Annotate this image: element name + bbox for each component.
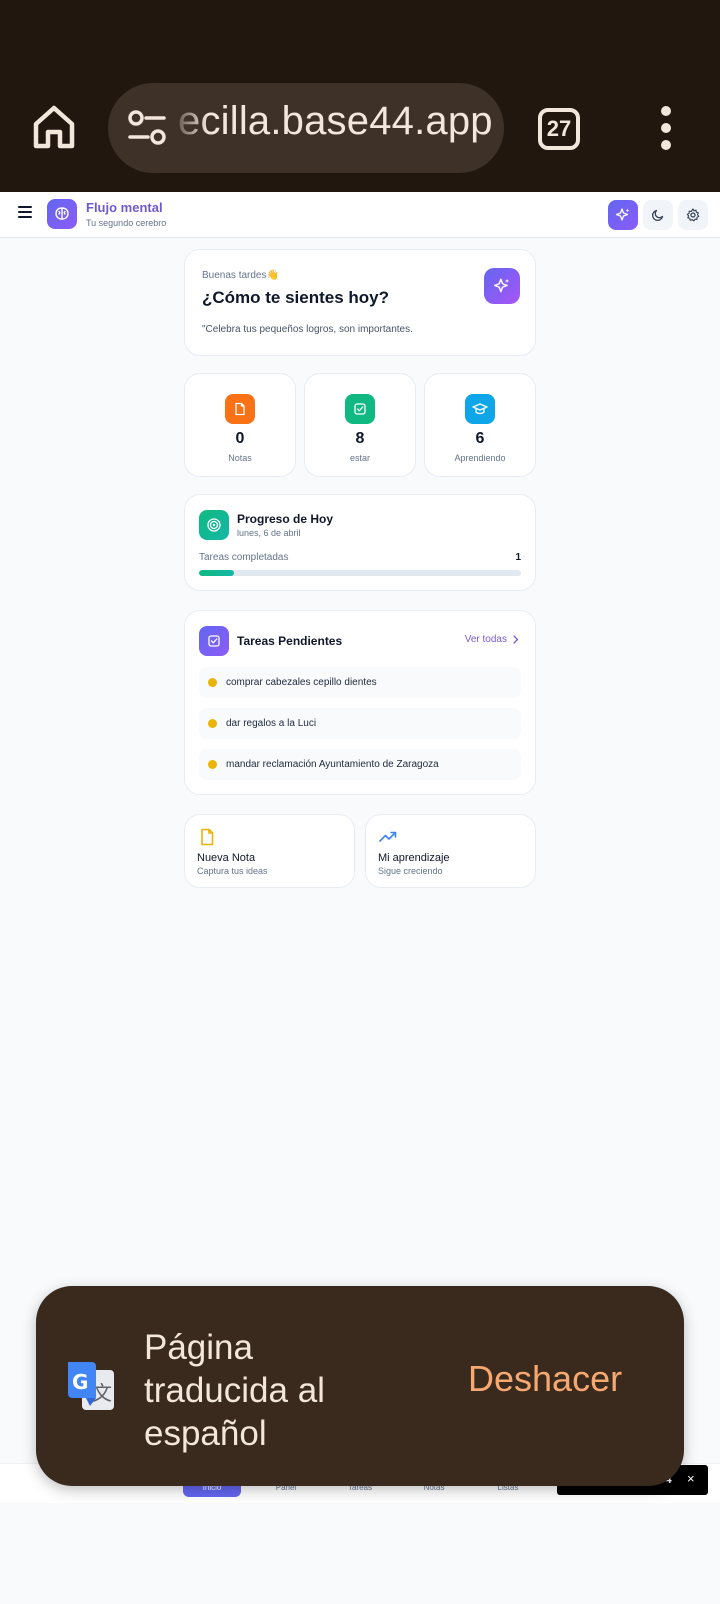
progress-title: Progreso de Hoy	[237, 512, 334, 526]
greeting-title: ¿Cómo te sientes hoy?	[202, 288, 390, 307]
sparkles-icon	[493, 278, 510, 293]
view-all-link[interactable]: Ver todas	[465, 634, 519, 645]
translation-snackbar: 文 G Página traducida al español Deshacer	[36, 1286, 684, 1486]
stat-label: Aprendiendo	[454, 453, 506, 463]
progress-bar	[199, 570, 521, 576]
app-header: Flujo mental Tu segundo cerebro	[0, 192, 720, 238]
close-icon[interactable]: ×	[687, 1471, 695, 1486]
task-text: mandar reclamación Ayuntamiento de Zarag…	[226, 759, 439, 770]
motivational-quote: "Celebra tus pequeños logros, son import…	[202, 324, 413, 335]
stat-card-notas[interactable]: 0 Notas	[184, 373, 296, 477]
site-settings-icon[interactable]	[126, 107, 168, 149]
stat-card-estar[interactable]: 8 estar	[304, 373, 416, 477]
stat-value: 8	[355, 430, 365, 447]
priority-dot	[208, 760, 217, 769]
progress-bar-fill	[199, 570, 235, 576]
quick-action-title: Nueva Nota	[197, 852, 256, 864]
app-subtitle: Tu segundo cerebro	[86, 218, 167, 228]
home-icon[interactable]	[30, 102, 78, 150]
browser-menu-icon[interactable]	[656, 106, 676, 150]
greeting-text: Buenas tardes👋	[202, 270, 279, 281]
url-fade	[168, 83, 208, 173]
new-note-button[interactable]: Nueva Nota Captura tus ideas	[184, 814, 355, 888]
dark-mode-button[interactable]	[643, 200, 673, 230]
address-bar[interactable]: ecilla.base44.app	[108, 83, 504, 173]
file-icon	[201, 828, 214, 846]
my-learning-button[interactable]: Mi aprendizaje Sigue creciendo	[365, 814, 536, 888]
progress-label: Tareas completadas	[199, 552, 289, 563]
app-title: Flujo mental	[86, 200, 163, 215]
quick-action-subtitle: Sigue creciendo	[378, 866, 443, 876]
pending-tasks-card: Tareas Pendientes Ver todas comprar cabe…	[184, 610, 536, 795]
priority-dot	[208, 678, 217, 687]
browser-toolbar: ecilla.base44.app 27	[0, 0, 720, 192]
progress-card: Progreso de Hoy lunes, 6 de abril Tareas…	[184, 494, 536, 591]
stat-label: Notas	[228, 453, 252, 463]
file-icon	[225, 394, 255, 424]
svg-text:G: G	[72, 1370, 88, 1394]
snackbar-message: Página traducida al español	[144, 1328, 325, 1453]
target-icon	[199, 510, 229, 540]
task-item[interactable]: comprar cabezales cepillo dientes	[199, 667, 521, 698]
undo-button[interactable]: Deshacer	[468, 1358, 622, 1400]
view-all-label: Ver todas	[464, 634, 507, 645]
task-text: comprar cabezales cepillo dientes	[226, 677, 377, 688]
mood-button[interactable]	[484, 268, 520, 304]
stat-value: 6	[475, 430, 485, 447]
sparkles-icon	[615, 208, 630, 221]
check-square-icon	[345, 394, 375, 424]
stat-card-aprendiendo[interactable]: 6 Aprendiendo	[424, 373, 536, 477]
moon-icon	[651, 209, 664, 222]
brain-logo-icon	[47, 199, 77, 229]
tasks-title: Tareas Pendientes	[237, 634, 343, 648]
task-list: comprar cabezales cepillo dientes dar re…	[199, 667, 521, 790]
trending-up-icon	[379, 831, 397, 842]
menu-icon[interactable]	[18, 206, 32, 220]
settings-button[interactable]	[678, 200, 708, 230]
chevron-right-icon	[513, 635, 519, 644]
quick-action-subtitle: Captura tus ideas	[197, 866, 268, 876]
quick-action-title: Mi aprendizaje	[378, 852, 450, 864]
progress-date: lunes, 6 de abril	[237, 528, 301, 538]
greeting-card: Buenas tardes👋 ¿Cómo te sientes hoy? "Ce…	[184, 249, 536, 356]
priority-dot	[208, 719, 217, 728]
task-item[interactable]: dar regalos a la Luci	[199, 708, 521, 739]
progress-count: 1	[515, 552, 521, 563]
task-text: dar regalos a la Luci	[226, 718, 317, 729]
tab-switcher-button[interactable]: 27	[538, 108, 580, 150]
stat-label: estar	[349, 453, 370, 463]
graduation-cap-icon	[465, 394, 495, 424]
google-translate-icon: 文 G	[68, 1362, 114, 1410]
ai-assistant-button[interactable]	[608, 200, 638, 230]
url-text: ecilla.base44.app	[178, 99, 493, 143]
task-item[interactable]: mandar reclamación Ayuntamiento de Zarag…	[199, 749, 521, 780]
check-square-icon	[199, 626, 229, 656]
gear-icon	[686, 208, 700, 222]
stat-value: 0	[235, 430, 245, 447]
